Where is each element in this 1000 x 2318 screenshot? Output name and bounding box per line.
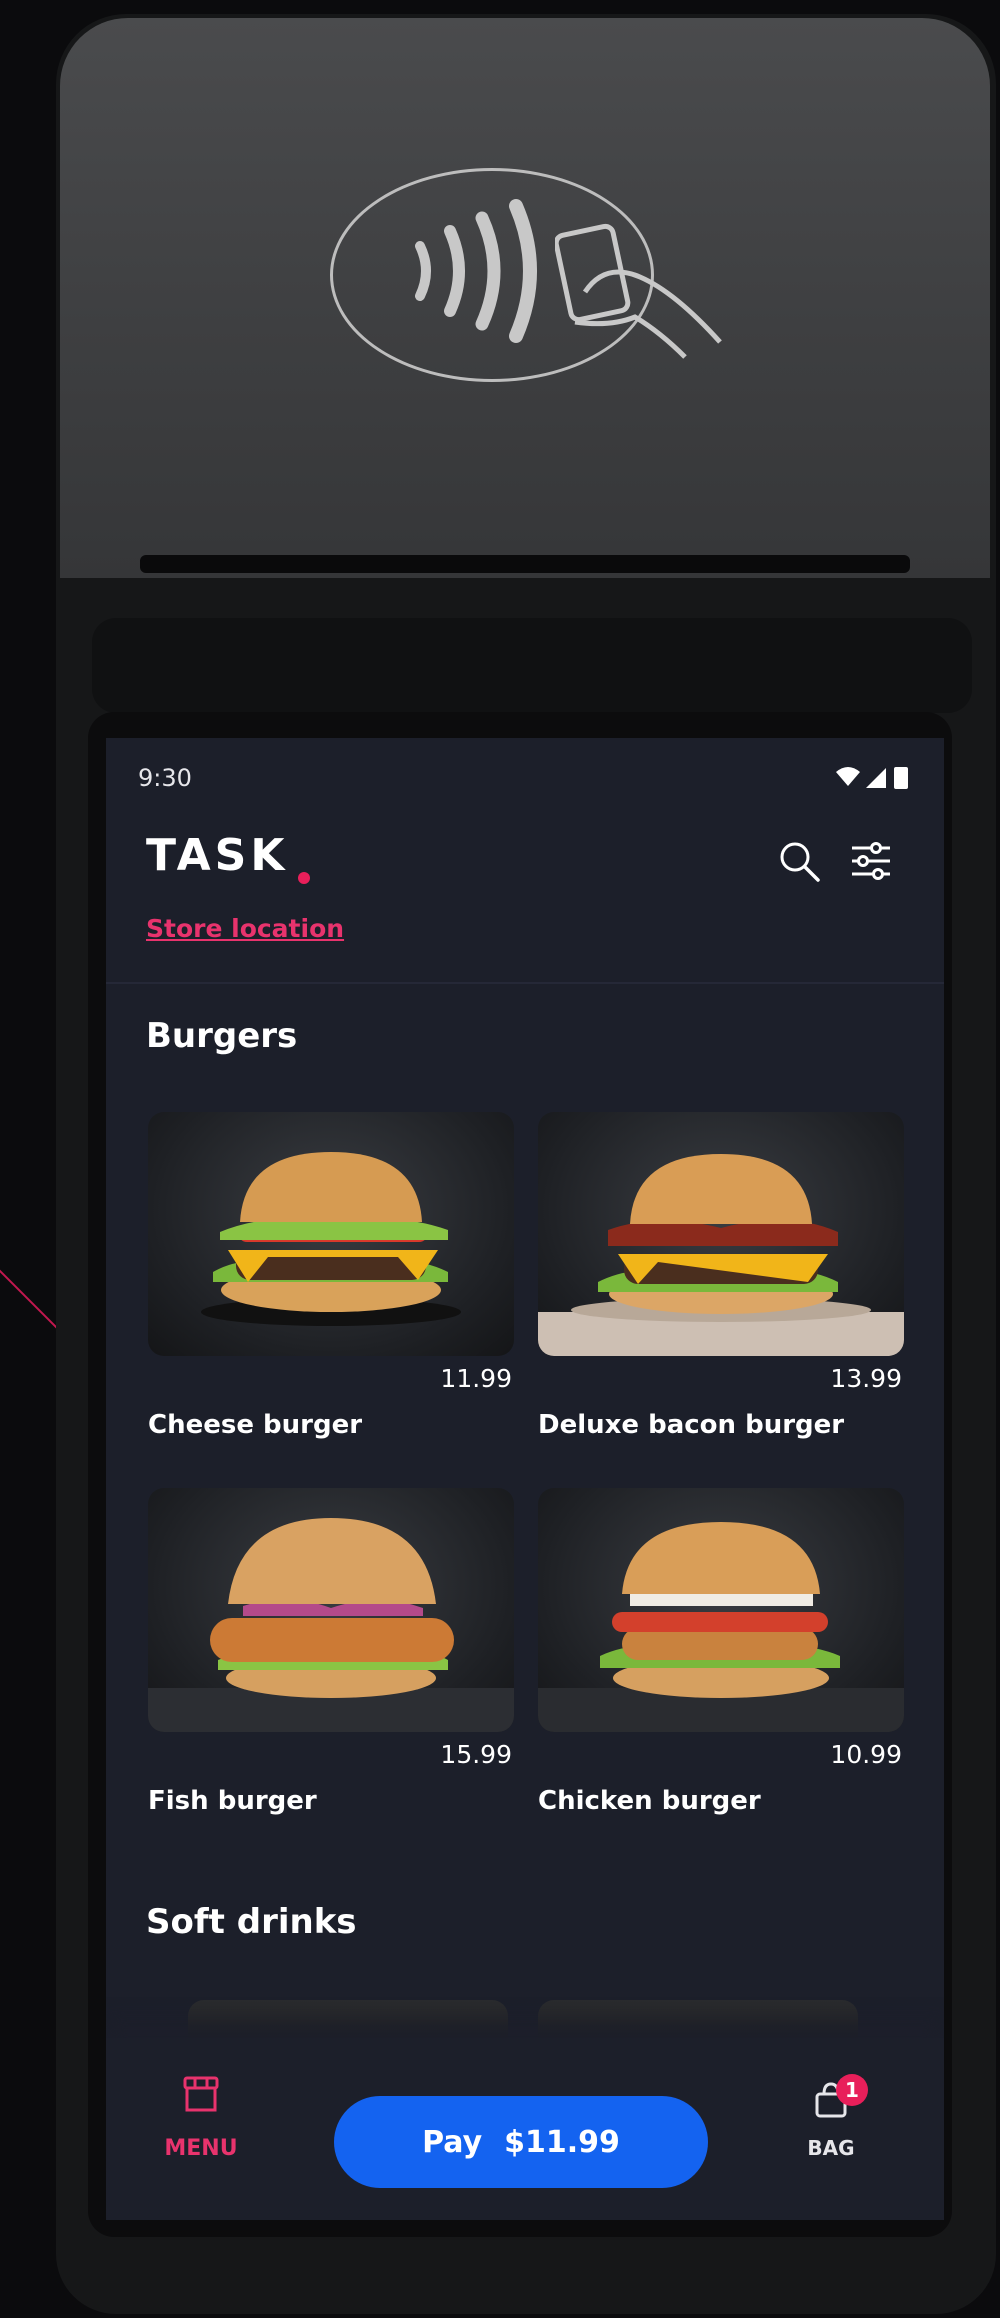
item-price: 15.99 — [440, 1740, 512, 1769]
logo-dot — [298, 872, 310, 884]
bottom-navigation: MENU Pay $11.99 1 BAG — [106, 2038, 944, 2220]
decorative-line — [0, 1250, 59, 1330]
deluxe-bacon-burger-image — [538, 1112, 904, 1356]
store-icon — [183, 2076, 219, 2112]
chicken-burger-image — [538, 1488, 904, 1732]
item-name: Chicken burger — [538, 1786, 761, 1816]
paper-slot — [140, 555, 910, 573]
battery-icon — [894, 767, 908, 789]
nav-bag-label: BAG — [807, 2136, 855, 2160]
signal-icon — [866, 768, 886, 788]
pay-amount: $11.99 — [504, 2124, 620, 2160]
status-time: 9:30 — [138, 764, 192, 792]
item-price: 13.99 — [830, 1364, 902, 1393]
bag-count-badge: 1 — [836, 2074, 868, 2106]
wifi-icon — [836, 767, 860, 786]
item-price: 11.99 — [440, 1364, 512, 1393]
status-icons — [834, 764, 914, 794]
item-name: Cheese burger — [148, 1410, 363, 1440]
device-grip — [92, 618, 972, 713]
header-divider — [106, 982, 944, 984]
filter-icon[interactable] — [848, 838, 894, 884]
pay-button[interactable]: Pay $11.99 — [334, 2096, 708, 2188]
item-name: Fish burger — [148, 1786, 317, 1816]
store-location-link[interactable]: Store location — [146, 914, 344, 943]
nav-bag[interactable]: 1 BAG — [786, 2074, 876, 2174]
search-icon[interactable] — [776, 838, 822, 884]
pay-label: Pay — [422, 2124, 483, 2160]
nav-menu-label: MENU — [164, 2136, 238, 2161]
app-screen: 9:30 TASK Store location Burgers 11.99 C… — [106, 738, 944, 2220]
fish-burger-image — [148, 1488, 514, 1732]
nav-menu[interactable]: MENU — [156, 2074, 246, 2164]
section-title-burgers: Burgers — [146, 1016, 298, 1056]
app-logo: TASK — [146, 830, 289, 881]
cheese-burger-image — [148, 1112, 514, 1356]
item-price: 10.99 — [830, 1740, 902, 1769]
item-name: Deluxe bacon burger — [538, 1410, 845, 1440]
card-tap-icon — [555, 223, 722, 359]
section-title-soft-drinks: Soft drinks — [146, 1902, 357, 1942]
